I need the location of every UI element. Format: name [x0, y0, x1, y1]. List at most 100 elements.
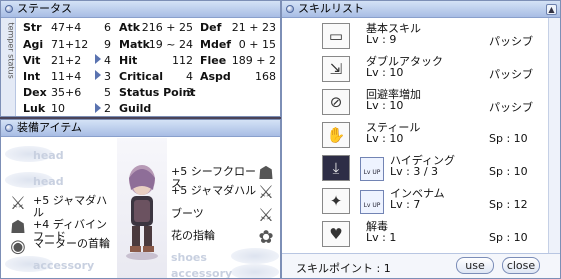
- combat-value: 19 ~ 24: [148, 38, 193, 51]
- defense-value: 189 + 2: [231, 54, 276, 67]
- character-preview: [117, 138, 167, 278]
- skill-row[interactable]: ⇲ ダブルアタック Lv : 10 パッシブ: [282, 53, 560, 86]
- status-titlebar[interactable]: ステータス: [1, 1, 280, 18]
- stat-name: Agi: [23, 38, 44, 51]
- combat-row: Guild: [119, 102, 279, 116]
- defense-value: 21 + 23: [231, 21, 276, 34]
- combat-value: 216 + 25: [141, 21, 193, 34]
- stat-name: Dex: [23, 86, 47, 99]
- defense-name: Aspd: [200, 70, 231, 83]
- close-button[interactable]: close: [502, 257, 540, 274]
- skill-type: Sp : 10: [489, 132, 528, 145]
- defense-row: Flee 189 + 2: [200, 54, 278, 68]
- equip-item-icon[interactable]: ⚔: [253, 205, 279, 229]
- defense-name: Flee: [200, 54, 227, 67]
- equip-slot-left[interactable]: accessory: [33, 260, 115, 272]
- skill-row[interactable]: ⊘ 回避率増加 Lv : 10 パッシブ: [282, 86, 560, 119]
- window-orb-icon: [5, 124, 13, 132]
- defense-value: 168: [255, 70, 276, 83]
- equip-slot-right[interactable]: ブーツ: [171, 208, 257, 220]
- vit-raise-arrow-icon[interactable]: [95, 54, 101, 64]
- skill-level: Lv : 1: [366, 231, 397, 244]
- combat-name: Guild: [119, 102, 152, 115]
- basic-skill-icon: ▭: [322, 23, 350, 49]
- steal-icon: ✋: [322, 122, 350, 148]
- stat-value: 71+12: [51, 38, 89, 51]
- stat-value: 21+2: [51, 54, 82, 67]
- skill-type: パッシブ: [489, 68, 533, 81]
- hiding-icon: ⤓: [322, 155, 350, 181]
- defense-value: 0 + 15: [238, 38, 276, 51]
- stat-name: Int: [23, 70, 41, 83]
- stat-cost: 9: [104, 38, 111, 51]
- skill-scrollbar[interactable]: [548, 18, 560, 255]
- skill-level: Lv : 10: [366, 99, 404, 112]
- skill-row[interactable]: ⤓ Lv UP ハイディング Lv : 3 / 3 Sp : 10: [282, 152, 560, 185]
- equip-item-icon[interactable]: ⚔: [5, 193, 31, 217]
- envenom-icon: ✦: [322, 188, 350, 214]
- skill-type: パッシブ: [489, 101, 533, 114]
- improve-dodge-icon: ⊘: [322, 89, 350, 115]
- skill-level: Lv : 10: [366, 132, 404, 145]
- lvup-button[interactable]: Lv UP: [360, 190, 384, 214]
- stat-value: 47+4: [51, 21, 82, 34]
- equip-title: 装備アイテム: [17, 121, 82, 134]
- defense-name: Mdef: [200, 38, 232, 51]
- skill-titlebar[interactable]: スキルリスト ▲: [282, 1, 560, 18]
- skill-level: Lv : 7: [390, 198, 421, 211]
- skill-row[interactable]: ▭ 基本スキル Lv : 9 パッシブ: [282, 20, 560, 53]
- defense-name: Def: [200, 21, 222, 34]
- skill-type: パッシブ: [489, 35, 533, 48]
- combat-value: 112: [172, 54, 193, 67]
- stat-row-dex: Dex 35+6 5: [23, 86, 113, 100]
- stat-row-str: Str 47+4 6: [23, 21, 113, 35]
- skill-title: スキルリスト: [298, 2, 364, 15]
- combat-value: 4: [186, 70, 193, 83]
- equip-slot-right[interactable]: shoes: [171, 252, 257, 264]
- equip-slot-left[interactable]: head: [33, 150, 115, 162]
- equip-slot-right[interactable]: accessory: [171, 268, 257, 279]
- status-window: ステータス temper status Str 47+4 6 Agi 71+12 9 Vit…: [0, 0, 281, 117]
- equip-slot-left[interactable]: マーターの首輪: [33, 238, 115, 250]
- lvup-button[interactable]: Lv UP: [360, 157, 384, 181]
- stat-value: 11+4: [51, 70, 82, 83]
- skill-type: Sp : 10: [489, 231, 528, 244]
- skill-row[interactable]: ♥ 解毒 Lv : 1 Sp : 10: [282, 218, 560, 251]
- side-label: temper status: [6, 22, 16, 79]
- skill-row[interactable]: ✋ スティール Lv : 10 Sp : 10: [282, 119, 560, 152]
- double-attack-icon: ⇲: [322, 56, 350, 82]
- skill-list-window: スキルリスト ▲ ▭ 基本スキル Lv : 9 パッシブ ⇲ ダブルアタック Lv : 10…: [281, 0, 561, 279]
- stat-name: Vit: [23, 54, 41, 67]
- int-raise-arrow-icon[interactable]: [95, 70, 101, 80]
- skill-level: Lv : 10: [366, 66, 404, 79]
- equip-item-icon[interactable]: ⚔: [253, 182, 279, 206]
- skill-points: スキルポイント : 1: [296, 262, 391, 275]
- skill-level: Lv : 3 / 3: [390, 165, 439, 178]
- defense-row: Mdef 0 + 15: [200, 38, 278, 52]
- stat-cost: 6: [104, 21, 111, 34]
- stat-row-agi: Agi 71+12 9: [23, 38, 113, 52]
- skill-level: Lv : 9: [366, 33, 397, 46]
- equip-titlebar[interactable]: 装備アイテム: [1, 120, 280, 137]
- use-button[interactable]: use: [456, 257, 494, 274]
- skill-footer: スキルポイント : 1 use close: [282, 253, 560, 278]
- window-orb-icon: [286, 5, 294, 13]
- luk-raise-arrow-icon[interactable]: [95, 103, 101, 113]
- status-title: ステータス: [17, 2, 72, 15]
- stat-value: 35+6: [51, 86, 82, 99]
- combat-value: 3: [186, 86, 193, 99]
- status-side-tab[interactable]: temper status: [1, 18, 16, 116]
- skill-type: Sp : 12: [489, 198, 528, 211]
- stat-value: 10: [51, 102, 65, 115]
- detoxify-icon: ♥: [322, 221, 350, 247]
- minimize-button[interactable]: ▲: [546, 4, 557, 15]
- equip-slot-left[interactable]: head: [33, 176, 115, 188]
- stat-cost: 5: [104, 86, 111, 99]
- combat-row: Status Point 3: [119, 86, 279, 100]
- equipment-window: 装備アイテム head head ⚔ +5 ジャマダハル ☗ +4 ディバインフード ◉ マー…: [0, 119, 281, 279]
- equip-slot-right[interactable]: +5 ジャマダハル: [171, 185, 257, 197]
- stat-name: Str: [23, 21, 42, 34]
- equip-slot-left[interactable]: +5 ジャマダハル: [33, 195, 115, 219]
- skill-row[interactable]: ✦ Lv UP インベナム Lv : 7 Sp : 12: [282, 185, 560, 218]
- equip-slot-right[interactable]: 花の指輪: [171, 230, 257, 242]
